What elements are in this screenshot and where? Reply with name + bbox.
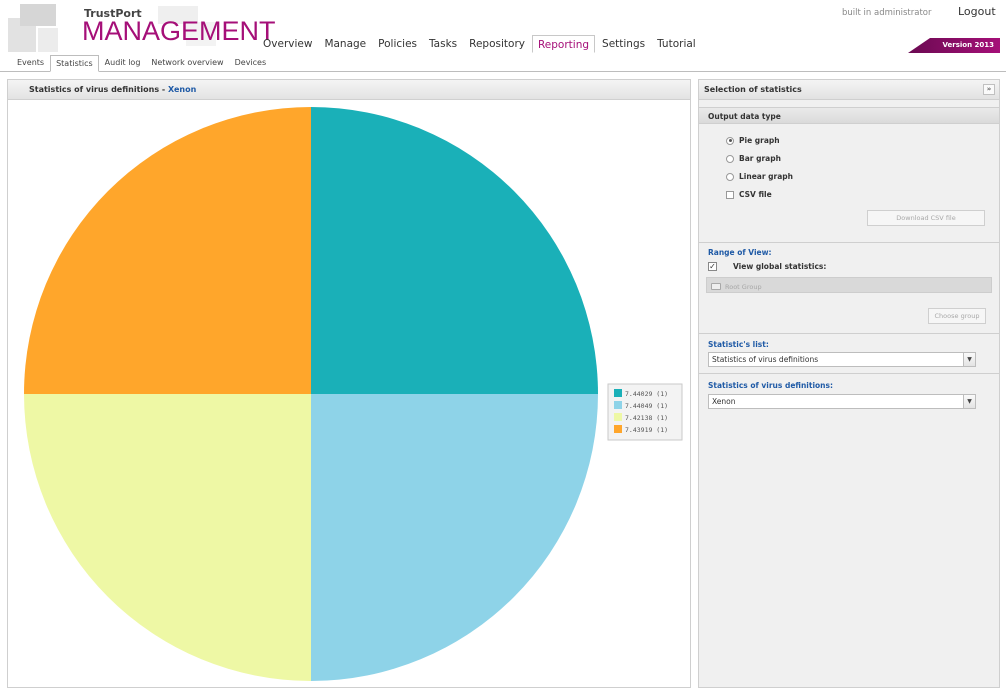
choose-group-button[interactable]: Choose group: [928, 308, 986, 324]
logout-link[interactable]: Logout: [958, 5, 996, 18]
output-type-options: Pie graph Bar graph Linear graph CSV fil…: [699, 124, 999, 242]
global-statistics-label: View global statistics:: [733, 262, 827, 271]
nav-repository[interactable]: Repository: [464, 35, 530, 53]
range-of-view-section: Range of View: ✓ View global statistics:…: [699, 242, 999, 333]
current-user: built in administrator: [842, 8, 932, 18]
bar-graph-label: Bar graph: [739, 154, 781, 163]
nav-tutorial[interactable]: Tutorial: [652, 35, 701, 53]
legend-swatch-7.43919: [614, 425, 622, 433]
legend-swatch-7.44049: [614, 401, 622, 409]
pie-slice-7.44049: [311, 394, 598, 681]
panel-title: Selection of statistics »: [699, 80, 999, 100]
chart-panel-title: Statistics of virus definitions - Xenon: [8, 80, 690, 100]
chart-panel: Statistics of virus definitions - Xenon …: [7, 79, 691, 688]
root-group-label: Root Group: [725, 282, 762, 291]
statistics-list-value: Statistics of virus definitions: [712, 355, 819, 364]
chevron-down-icon[interactable]: ▼: [963, 394, 976, 409]
pie-slice-7.42138: [24, 394, 311, 681]
legend-label-7.42138: 7.42138 (1): [625, 414, 668, 422]
choose-group-label: Choose group: [934, 312, 980, 320]
panel-title-text: Selection of statistics: [704, 85, 802, 94]
subtab-devices[interactable]: Devices: [230, 55, 272, 71]
download-csv-label: Download CSV file: [896, 214, 956, 222]
nav-manage[interactable]: Manage: [319, 35, 371, 53]
sub-navigation: Events Statistics Audit log Network over…: [0, 55, 1006, 72]
version-badge: Version 2013: [908, 38, 1000, 53]
statistics-list-label: Statistic's list:: [708, 340, 769, 349]
folder-icon: [711, 283, 721, 290]
virus-definitions-section: Statistics of virus definitions: Xenon ▼: [699, 373, 999, 421]
pie-graph-label: Pie graph: [739, 136, 780, 145]
nav-tasks[interactable]: Tasks: [424, 35, 462, 53]
option-csv-file[interactable]: CSV file: [726, 190, 772, 199]
legend-swatch-7.42138: [614, 413, 622, 421]
nav-reporting[interactable]: Reporting: [531, 35, 596, 53]
pie-chart: 7.44029 (1) 7.44049 (1) 7.42138 (1) 7.43919…: [24, 107, 683, 681]
option-pie-graph[interactable]: Pie graph: [726, 136, 780, 145]
app-header: TrustPort MANAGEMENT Overview Manage Pol…: [0, 0, 1006, 55]
virus-definitions-value: Xenon: [712, 397, 736, 406]
pie-slice-7.44029: [311, 107, 598, 394]
nav-overview[interactable]: Overview: [258, 35, 317, 53]
linear-graph-label: Linear graph: [739, 172, 793, 181]
csv-file-label: CSV file: [739, 190, 772, 199]
virus-definitions-select[interactable]: Xenon ▼: [708, 394, 976, 409]
legend-label-7.43919: 7.43919 (1): [625, 426, 668, 434]
statistics-list-section: Statistic's list: Statistics of virus de…: [699, 333, 999, 373]
pie-slice-7.43919: [24, 107, 311, 394]
collapse-panel-button[interactable]: »: [983, 84, 995, 95]
root-group-field[interactable]: Root Group: [706, 277, 992, 293]
output-type-header: Output data type: [699, 107, 999, 124]
legend-swatch-7.44029: [614, 389, 622, 397]
main-navigation: Overview Manage Policies Tasks Repositor…: [258, 35, 703, 53]
chart-panel-subject: Xenon: [168, 85, 197, 94]
subtab-statistics[interactable]: Statistics: [50, 55, 99, 72]
subtab-audit-log[interactable]: Audit log: [100, 55, 146, 71]
subtab-network-overview[interactable]: Network overview: [146, 55, 228, 71]
statistics-list-select[interactable]: Statistics of virus definitions ▼: [708, 352, 976, 367]
legend-label-7.44049: 7.44049 (1): [625, 402, 668, 410]
pie-graph-radio[interactable]: [726, 136, 734, 145]
global-statistics-option[interactable]: ✓ View global statistics:: [708, 262, 826, 271]
global-statistics-checkbox[interactable]: ✓: [708, 262, 717, 271]
virus-definitions-label: Statistics of virus definitions:: [708, 381, 833, 390]
chevron-down-icon[interactable]: ▼: [963, 352, 976, 367]
download-csv-button[interactable]: Download CSV file: [867, 210, 985, 226]
nav-policies[interactable]: Policies: [373, 35, 422, 53]
range-of-view-title: Range of View:: [708, 248, 772, 257]
linear-graph-radio[interactable]: [726, 172, 734, 181]
subtab-events[interactable]: Events: [12, 55, 49, 71]
bar-graph-radio[interactable]: [726, 154, 734, 163]
csv-file-checkbox[interactable]: [726, 190, 734, 199]
chart-panel-title-text: Statistics of virus definitions -: [29, 85, 169, 94]
option-bar-graph[interactable]: Bar graph: [726, 154, 781, 163]
legend-label-7.44029: 7.44029 (1): [625, 390, 668, 398]
statistics-selection-panel: Selection of statistics » Output data ty…: [698, 79, 1000, 688]
option-linear-graph[interactable]: Linear graph: [726, 172, 793, 181]
nav-settings[interactable]: Settings: [597, 35, 650, 53]
brand-product-name: MANAGEMENT: [82, 16, 276, 46]
